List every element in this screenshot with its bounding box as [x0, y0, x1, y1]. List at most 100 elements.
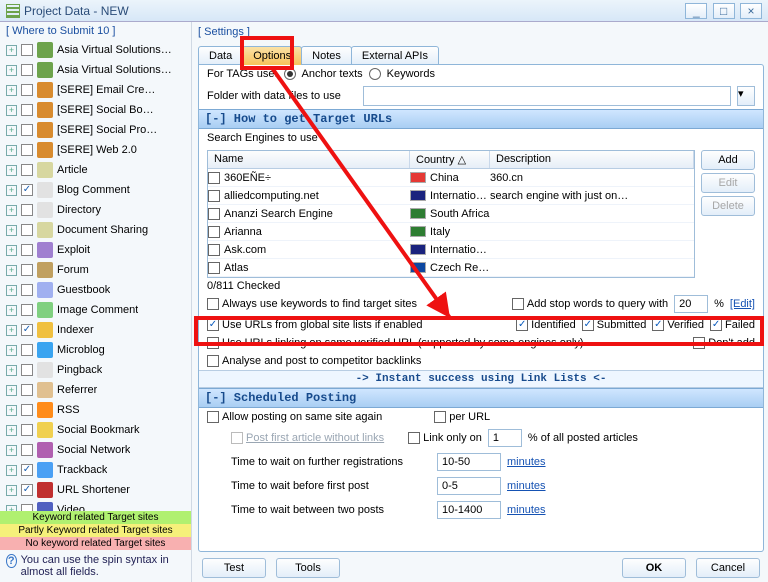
delete-engine-button[interactable]: Delete [701, 196, 755, 216]
tree-item[interactable]: +Asia Virtual Solutions… [0, 60, 191, 80]
edit-stop-link[interactable]: [Edit] [730, 298, 755, 310]
expand-icon[interactable]: + [6, 425, 17, 436]
wait-reg-value[interactable] [437, 453, 501, 471]
tree-checkbox[interactable]: ✓ [21, 484, 33, 496]
tree-item[interactable]: +Guestbook [0, 280, 191, 300]
tree-checkbox[interactable] [21, 224, 33, 236]
cancel-button[interactable]: Cancel [696, 558, 760, 578]
table-row[interactable]: 360EÑE÷China360.cn [208, 169, 694, 187]
chk-submitted[interactable] [582, 319, 594, 331]
edit-engine-button[interactable]: Edit [701, 173, 755, 193]
tab-options[interactable]: Options [242, 46, 302, 65]
tree-item[interactable]: +✓Indexer [0, 320, 191, 340]
chk-failed[interactable] [710, 319, 722, 331]
stop-words-count[interactable] [674, 295, 708, 313]
tree-checkbox[interactable] [21, 64, 33, 76]
row-checkbox[interactable] [208, 226, 220, 238]
expand-icon[interactable]: + [6, 385, 17, 396]
close-button[interactable]: × [740, 3, 762, 19]
chk-verified[interactable] [652, 319, 664, 331]
folder-input[interactable] [363, 86, 731, 106]
expand-icon[interactable]: + [6, 225, 17, 236]
tab-notes[interactable]: Notes [301, 46, 352, 65]
wait-two-value[interactable] [437, 501, 501, 519]
expand-icon[interactable]: + [6, 405, 17, 416]
expand-icon[interactable]: + [6, 65, 17, 76]
expand-icon[interactable]: + [6, 85, 17, 96]
chk-use-global[interactable] [207, 319, 219, 331]
chk-always-keywords[interactable] [207, 298, 219, 310]
radio-anchor-texts[interactable] [284, 68, 296, 80]
expand-icon[interactable]: + [6, 125, 17, 136]
tree-item[interactable]: +Article [0, 160, 191, 180]
expand-icon[interactable]: + [6, 45, 17, 56]
radio-keywords[interactable] [369, 68, 381, 80]
tree-checkbox[interactable] [21, 364, 33, 376]
tree-item[interactable]: +[SERE] Email Cre… [0, 80, 191, 100]
tree-checkbox[interactable] [21, 44, 33, 56]
expand-icon[interactable]: + [6, 365, 17, 376]
expand-icon[interactable]: + [6, 445, 17, 456]
tree-item[interactable]: +[SERE] Web 2.0 [0, 140, 191, 160]
row-checkbox[interactable] [208, 172, 220, 184]
add-engine-button[interactable]: Add [701, 150, 755, 170]
expand-icon[interactable]: + [6, 465, 17, 476]
chk-per-url[interactable] [434, 411, 446, 423]
expand-icon[interactable]: + [6, 305, 17, 316]
row-checkbox[interactable] [208, 244, 220, 256]
table-row[interactable]: Ask.comInternatio… [208, 241, 694, 259]
tree-checkbox[interactable] [21, 84, 33, 96]
link-lists-banner[interactable]: -> Instant success using Link Lists <- [199, 370, 763, 388]
tree-item[interactable]: +Image Comment [0, 300, 191, 320]
chk-dont-add[interactable] [693, 337, 705, 349]
tree-item[interactable]: +Social Network [0, 440, 191, 460]
tree-item[interactable]: +Directory [0, 200, 191, 220]
table-row[interactable]: alliedcomputing.netInternatio…search eng… [208, 187, 694, 205]
tree-item[interactable]: +[SERE] Social Bo… [0, 100, 191, 120]
row-checkbox[interactable] [208, 208, 220, 220]
tree-item[interactable]: +[SERE] Social Pro… [0, 120, 191, 140]
tree-checkbox[interactable] [21, 444, 33, 456]
table-row[interactable]: Ananzi Search EngineSouth Africa [208, 205, 694, 223]
section-scheduled[interactable]: [-] Scheduled Posting [199, 388, 763, 408]
expand-icon[interactable]: + [6, 325, 17, 336]
maximize-button[interactable]: □ [713, 3, 735, 19]
tree-item[interactable]: +Referrer [0, 380, 191, 400]
row-checkbox[interactable] [208, 190, 220, 202]
expand-icon[interactable]: + [6, 345, 17, 356]
tree-checkbox[interactable] [21, 404, 33, 416]
minutes1[interactable]: minutes [507, 456, 546, 468]
tools-button[interactable]: Tools [276, 558, 340, 578]
row-checkbox[interactable] [208, 262, 220, 274]
chk-allow-same[interactable] [207, 411, 219, 423]
chk-first-article[interactable] [231, 432, 243, 444]
tree-checkbox[interactable] [21, 124, 33, 136]
tree-item[interactable]: +Video [0, 500, 191, 511]
expand-icon[interactable]: + [6, 165, 17, 176]
tree-checkbox[interactable] [21, 384, 33, 396]
link-only-value[interactable] [488, 429, 522, 447]
col-description[interactable]: Description [490, 151, 694, 168]
tree-checkbox[interactable] [21, 244, 33, 256]
tree-checkbox[interactable]: ✓ [21, 324, 33, 336]
minimize-button[interactable]: _ [685, 3, 707, 19]
tree-item[interactable]: +RSS [0, 400, 191, 420]
minutes2[interactable]: minutes [507, 480, 546, 492]
tree-checkbox[interactable] [21, 144, 33, 156]
tree-item[interactable]: +Social Bookmark [0, 420, 191, 440]
tree-item[interactable]: +Pingback [0, 360, 191, 380]
tree-checkbox[interactable] [21, 284, 33, 296]
engines-grid[interactable]: Name Country △ Description 360EÑE÷China3… [207, 150, 695, 278]
chk-use-linking[interactable] [207, 337, 219, 349]
tree-checkbox[interactable] [21, 204, 33, 216]
col-country[interactable]: Country △ [410, 151, 490, 168]
table-row[interactable]: AriannaItaly [208, 223, 694, 241]
chk-analyse[interactable] [207, 355, 219, 367]
tree-checkbox[interactable] [21, 264, 33, 276]
expand-icon[interactable]: + [6, 185, 17, 196]
tree-item[interactable]: +✓Trackback [0, 460, 191, 480]
tree-item[interactable]: +Exploit [0, 240, 191, 260]
tree-checkbox[interactable]: ✓ [21, 464, 33, 476]
expand-icon[interactable]: + [6, 485, 17, 496]
tree-checkbox[interactable] [21, 424, 33, 436]
